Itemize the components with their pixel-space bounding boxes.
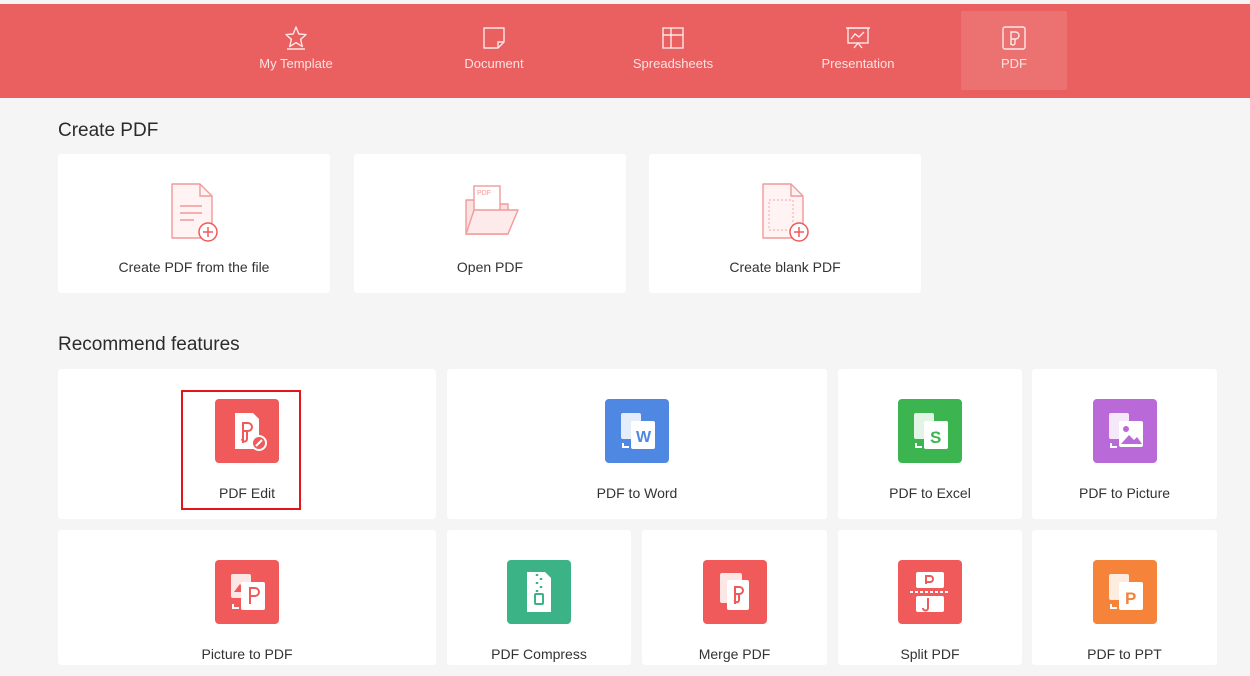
split-pdf-card[interactable]: Split PDF: [838, 530, 1022, 665]
card-label: PDF to Excel: [889, 485, 971, 501]
pdf-icon: [1002, 26, 1026, 50]
pdf-to-ppt-card[interactable]: P PDF to PPT: [1032, 530, 1217, 665]
presentation-icon: [846, 27, 870, 49]
card-label: PDF to Picture: [1078, 485, 1171, 501]
pdf-to-picture-icon: [1092, 399, 1157, 463]
merge-pdf-icon: [702, 560, 767, 624]
blank-page-plus-icon: [762, 183, 809, 242]
picture-to-pdf-card[interactable]: Picture to PDF: [58, 530, 436, 665]
card-label: Create blank PDF: [729, 259, 841, 275]
open-pdf-card[interactable]: PDF Open PDF: [354, 154, 626, 293]
tab-spreadsheets[interactable]: Spreadsheets: [620, 11, 726, 90]
pdf-compress-icon: [507, 560, 571, 624]
open-folder-icon: PDF: [465, 185, 519, 235]
pdf-to-excel-card[interactable]: S PDF to Excel: [838, 369, 1022, 519]
create-pdf-heading: Create PDF: [58, 120, 159, 141]
create-pdf-from-file-card[interactable]: Create PDF from the file: [58, 154, 330, 293]
svg-text:W: W: [636, 429, 652, 446]
card-label: Open PDF: [456, 259, 524, 275]
svg-text:PDF: PDF: [477, 190, 491, 197]
card-label: PDF Compress: [491, 646, 587, 662]
pdf-to-picture-card[interactable]: PDF to Picture: [1032, 369, 1217, 519]
document-icon: [483, 27, 505, 49]
tab-document[interactable]: Document: [441, 11, 547, 90]
tab-label: PDF: [1001, 56, 1027, 71]
file-plus-icon: [171, 183, 218, 242]
card-label: Merge PDF: [698, 646, 771, 662]
tab-presentation[interactable]: Presentation: [805, 11, 911, 90]
tab-label: Spreadsheets: [632, 56, 714, 71]
merge-pdf-card[interactable]: Merge PDF: [642, 530, 827, 665]
recommend-features-heading: Recommend features: [58, 334, 240, 355]
pdf-to-word-icon: W: [605, 399, 669, 463]
pdf-to-ppt-icon: P: [1092, 560, 1157, 624]
pdf-to-excel-icon: S: [898, 399, 962, 463]
card-label: Picture to PDF: [201, 646, 293, 662]
create-blank-pdf-card[interactable]: Create blank PDF: [649, 154, 921, 293]
card-label: Split PDF: [900, 646, 960, 662]
picture-to-pdf-icon: [215, 560, 279, 624]
tab-label: Presentation: [821, 56, 895, 71]
pdf-edit-icon: [215, 399, 279, 463]
top-nav-bar: My Template Document Spreadsheets Presen…: [0, 4, 1250, 98]
card-label: PDF to PPT: [1087, 646, 1162, 662]
pdf-edit-card[interactable]: PDF Edit: [58, 369, 436, 519]
pdf-to-word-card[interactable]: W PDF to Word: [447, 369, 827, 519]
pdf-compress-card[interactable]: PDF Compress: [447, 530, 631, 665]
card-label: Create PDF from the file: [118, 259, 270, 275]
tab-pdf[interactable]: PDF: [961, 11, 1067, 90]
card-label: PDF Edit: [218, 485, 275, 501]
split-pdf-icon: [898, 560, 962, 624]
star-icon: [285, 26, 307, 50]
tab-label: Document: [464, 56, 524, 71]
tab-label: My Template: [259, 56, 333, 71]
card-label: PDF to Word: [596, 485, 678, 501]
spreadsheet-icon: [662, 27, 684, 49]
svg-text:P: P: [1125, 589, 1136, 608]
svg-text:S: S: [930, 428, 941, 447]
tab-my-template[interactable]: My Template: [243, 11, 349, 90]
